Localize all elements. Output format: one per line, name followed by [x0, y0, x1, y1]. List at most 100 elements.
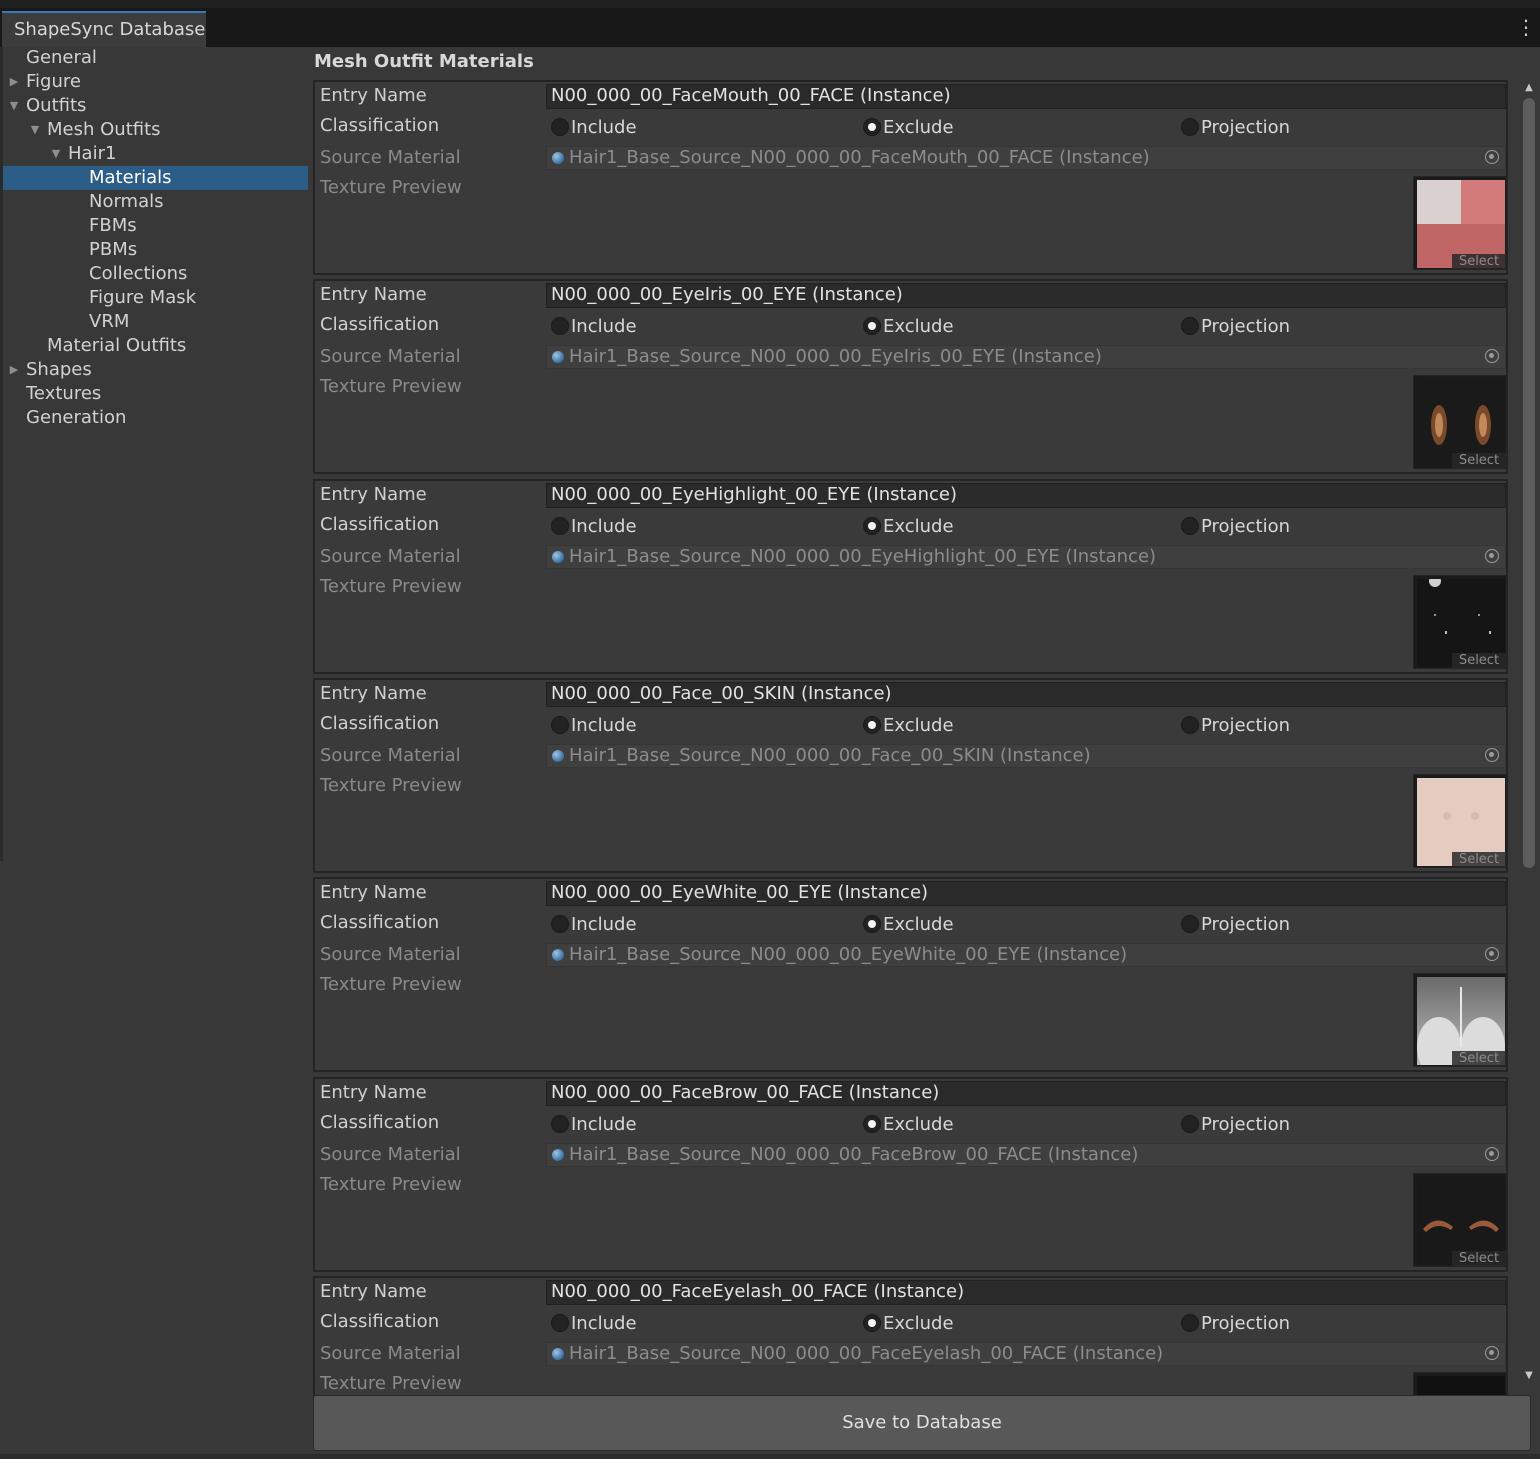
- entry-name-label: Entry Name: [320, 683, 427, 704]
- source-material-field[interactable]: Hair1_Base_Source_N00_000_00_Face_00_SKI…: [546, 744, 1506, 768]
- sidebar-item-material-outfits[interactable]: Material Outfits: [3, 334, 308, 358]
- source-material-label: Source Material: [320, 147, 461, 168]
- tab-shapesync-database[interactable]: ShapeSync Database: [2, 11, 206, 47]
- radio-label: Exclude: [883, 117, 954, 138]
- source-material-label: Source Material: [320, 1144, 461, 1165]
- radio-circle-icon: [551, 317, 569, 335]
- vertical-scrollbar[interactable]: ▲ ▼: [1520, 80, 1538, 1384]
- radio-circle-icon: [863, 915, 881, 933]
- entry-name-input[interactable]: N00_000_00_Face_00_SKIN (Instance): [546, 682, 1506, 707]
- source-material-field[interactable]: Hair1_Base_Source_N00_000_00_FaceBrow_00…: [546, 1143, 1506, 1167]
- entry-name-input[interactable]: N00_000_00_EyeIris_00_EYE (Instance): [546, 283, 1506, 308]
- sidebar-item-textures[interactable]: Textures: [3, 382, 308, 406]
- source-material-field[interactable]: Hair1_Base_Source_N00_000_00_FaceEyelash…: [546, 1342, 1506, 1366]
- sidebar-item-fbms[interactable]: FBMs: [3, 214, 308, 238]
- texture-preview-label: Texture Preview: [320, 775, 462, 796]
- object-picker-icon[interactable]: [1485, 1147, 1499, 1161]
- sidebar-item-materials[interactable]: Materials: [3, 166, 308, 190]
- radio-circle-icon: [863, 517, 881, 535]
- texture-preview-thumbnail[interactable]: Select: [1413, 375, 1507, 469]
- collapsed-arrow-icon[interactable]: ▶: [7, 70, 21, 94]
- texture-preview-label: Texture Preview: [320, 1174, 462, 1195]
- material-entry: Entry Name Classification Source Material T…: [313, 479, 1508, 674]
- radio-circle-icon: [1181, 118, 1199, 136]
- sidebar-edge: [0, 47, 3, 861]
- source-material-field[interactable]: Hair1_Base_Source_N00_000_00_EyeWhite_00…: [546, 943, 1506, 967]
- source-material-field[interactable]: Hair1_Base_Source_N00_000_00_EyeIris_00_…: [546, 345, 1506, 369]
- sidebar-item-mesh-outfits[interactable]: ▼ Mesh Outfits: [3, 118, 308, 142]
- radio-label: Include: [571, 1114, 637, 1135]
- source-material-field[interactable]: Hair1_Base_Source_N00_000_00_EyeHighligh…: [546, 545, 1506, 569]
- select-texture-label[interactable]: Select: [1452, 254, 1506, 269]
- select-texture-label[interactable]: Select: [1452, 852, 1506, 867]
- sidebar-item-figure-mask[interactable]: Figure Mask: [3, 286, 308, 310]
- object-picker-icon[interactable]: [1485, 748, 1499, 762]
- radio-label: Exclude: [883, 715, 954, 736]
- bottom-edge: [0, 1454, 1540, 1459]
- entry-name-input[interactable]: N00_000_00_FaceMouth_00_FACE (Instance): [546, 84, 1506, 109]
- texture-preview-thumbnail[interactable]: Select: [1413, 774, 1507, 868]
- texture-preview-thumbnail[interactable]: Select: [1413, 176, 1507, 270]
- classification-label: Classification: [320, 514, 440, 535]
- sidebar-item-label: General: [26, 47, 97, 68]
- select-texture-label[interactable]: Select: [1452, 653, 1506, 668]
- scroll-down-icon[interactable]: ▼: [1520, 1368, 1538, 1384]
- select-texture-label[interactable]: Select: [1452, 1051, 1506, 1066]
- radio-label: Projection: [1201, 1313, 1291, 1334]
- sidebar-item-collections[interactable]: Collections: [3, 262, 308, 286]
- sidebar-item-normals[interactable]: Normals: [3, 190, 308, 214]
- sidebar-item-vrm[interactable]: VRM: [3, 310, 308, 334]
- material-entry: Entry Name Classification Source Material T…: [313, 877, 1508, 1072]
- expanded-arrow-icon[interactable]: ▼: [7, 94, 21, 118]
- source-material-field[interactable]: Hair1_Base_Source_N00_000_00_FaceMouth_0…: [546, 146, 1506, 170]
- entry-name-input[interactable]: N00_000_00_FaceBrow_00_FACE (Instance): [546, 1081, 1506, 1106]
- source-material-value: Hair1_Base_Source_N00_000_00_FaceMouth_0…: [569, 147, 1150, 168]
- collapsed-arrow-icon[interactable]: ▶: [7, 358, 21, 382]
- sidebar-item-label: Materials: [89, 167, 172, 188]
- object-picker-icon[interactable]: [1485, 349, 1499, 363]
- object-picker-icon[interactable]: [1485, 947, 1499, 961]
- object-picker-icon[interactable]: [1485, 1346, 1499, 1360]
- scroll-up-icon[interactable]: ▲: [1520, 80, 1538, 96]
- sidebar-item-hair1[interactable]: ▼ Hair1: [3, 142, 308, 166]
- radio-circle-icon: [863, 317, 881, 335]
- save-to-database-button[interactable]: Save to Database: [313, 1395, 1531, 1451]
- entry-name-input[interactable]: N00_000_00_FaceEyelash_00_FACE (Instance…: [546, 1280, 1506, 1305]
- scroll-thumb[interactable]: [1523, 98, 1535, 868]
- material-sphere-icon: [552, 152, 564, 164]
- entry-name-input[interactable]: N00_000_00_EyeWhite_00_EYE (Instance): [546, 881, 1506, 906]
- material-entry: Entry Name Classification Source Material T…: [313, 80, 1508, 275]
- texture-preview-thumbnail[interactable]: Select: [1413, 575, 1507, 669]
- classification-label: Classification: [320, 115, 440, 136]
- source-material-value: Hair1_Base_Source_N00_000_00_EyeWhite_00…: [569, 944, 1128, 965]
- entry-name-input[interactable]: N00_000_00_EyeHighlight_00_EYE (Instance…: [546, 483, 1506, 508]
- sidebar-item-general[interactable]: General: [3, 46, 308, 70]
- object-picker-icon[interactable]: [1485, 150, 1499, 164]
- texture-preview-thumbnail[interactable]: Select: [1413, 1173, 1507, 1267]
- texture-preview-thumbnail[interactable]: Select: [1413, 973, 1507, 1067]
- sidebar-item-label: Generation: [26, 407, 127, 428]
- sidebar-item-label: Textures: [26, 383, 102, 404]
- sidebar-item-outfits[interactable]: ▼ Outfits: [3, 94, 308, 118]
- select-texture-label[interactable]: Select: [1452, 1251, 1506, 1266]
- material-sphere-icon: [552, 1149, 564, 1161]
- classification-label: Classification: [320, 713, 440, 734]
- sidebar-item-pbms[interactable]: PBMs: [3, 238, 308, 262]
- entries-scroll-view[interactable]: Entry Name Classification Source Material T…: [313, 80, 1508, 1437]
- radio-circle-icon: [551, 118, 569, 136]
- sidebar-item-shapes[interactable]: ▶ Shapes: [3, 358, 308, 382]
- more-options-icon[interactable]: ⋮: [1516, 16, 1536, 40]
- object-picker-icon[interactable]: [1485, 549, 1499, 563]
- expanded-arrow-icon[interactable]: ▼: [28, 118, 42, 142]
- sidebar-item-figure[interactable]: ▶ Figure: [3, 70, 308, 94]
- source-material-label: Source Material: [320, 944, 461, 965]
- source-material-label: Source Material: [320, 745, 461, 766]
- expanded-arrow-icon[interactable]: ▼: [49, 142, 63, 166]
- select-texture-label[interactable]: Select: [1452, 453, 1506, 468]
- sidebar-item-generation[interactable]: Generation: [3, 406, 308, 430]
- radio-circle-icon: [863, 1115, 881, 1133]
- radio-circle-icon: [551, 517, 569, 535]
- entry-name-label: Entry Name: [320, 1082, 427, 1103]
- radio-label: Include: [571, 715, 637, 736]
- entry-name-label: Entry Name: [320, 484, 427, 505]
